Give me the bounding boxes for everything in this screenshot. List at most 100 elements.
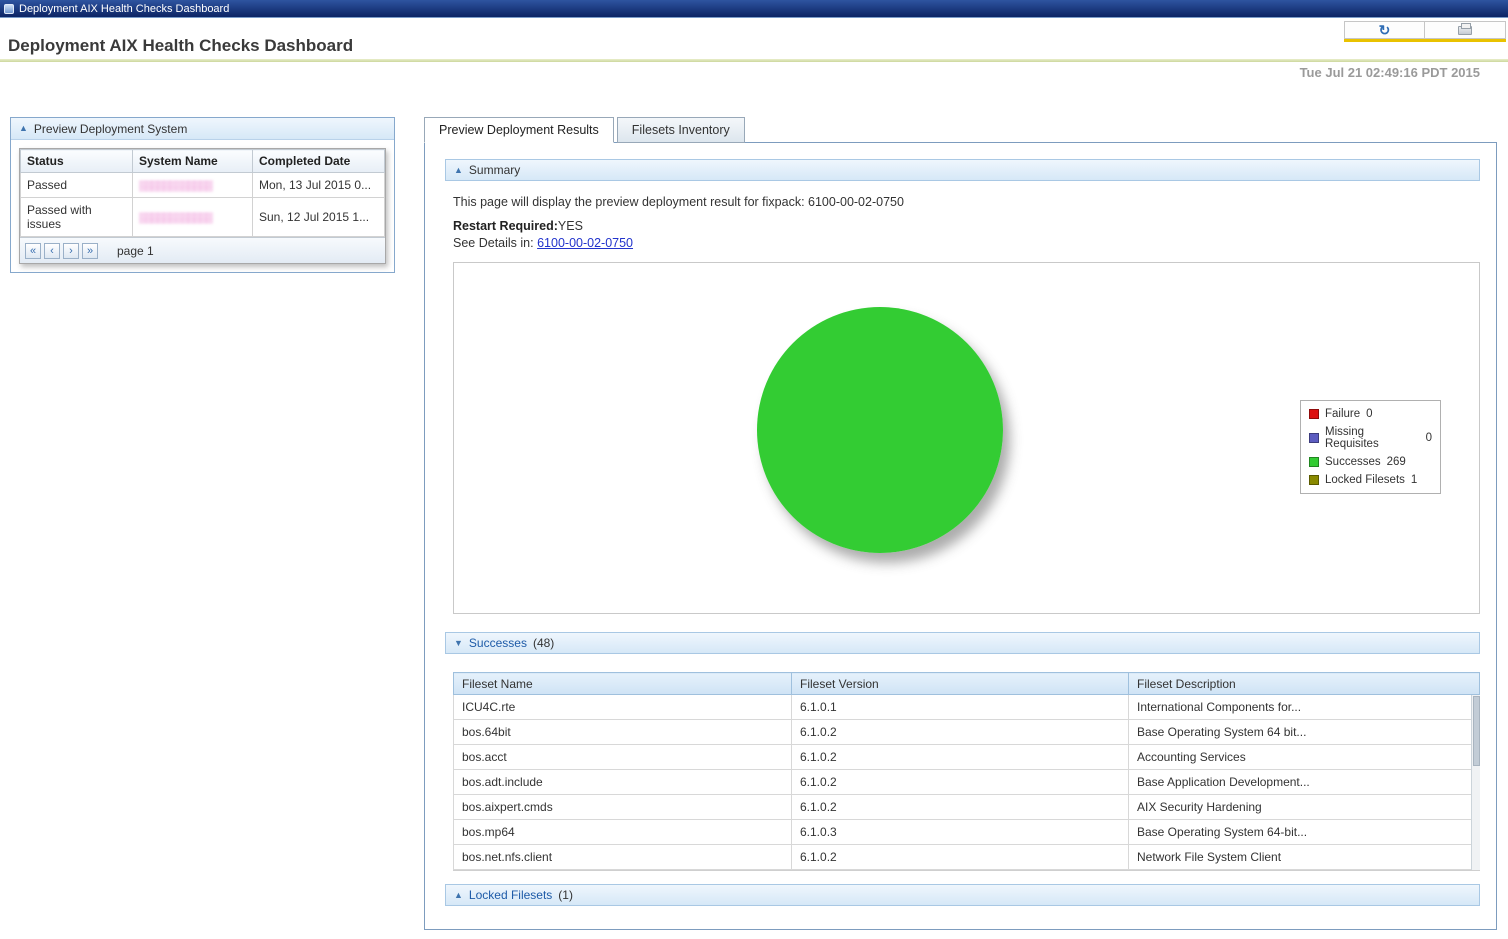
deployment-system-panel: ▲ Preview Deployment System Status Syste…	[10, 117, 395, 273]
fileset-name-cell: bos.acct	[454, 745, 792, 770]
fileset-description-cell: Accounting Services	[1129, 745, 1480, 770]
system-name-link[interactable]: ▒▒▒▒▒▒▒▒▒▒▒▒	[139, 213, 212, 224]
refresh-button[interactable]: ↻	[1344, 21, 1425, 39]
fileset-row[interactable]: bos.acct 6.1.0.2 Accounting Services	[454, 745, 1480, 770]
see-details-label: See Details in:	[453, 236, 534, 250]
column-header-fileset-version[interactable]: Fileset Version	[792, 673, 1129, 695]
status-cell: Passed with issues	[21, 198, 133, 237]
page-title: Deployment AIX Health Checks Dashboard	[8, 36, 353, 56]
window-title: Deployment AIX Health Checks Dashboard	[19, 0, 229, 18]
tab-preview-deployment-results[interactable]: Preview Deployment Results	[424, 117, 614, 143]
fileset-row[interactable]: ICU4C.rte 6.1.0.1 International Componen…	[454, 695, 1480, 720]
fixpack-details-link[interactable]: 6100-00-02-0750	[537, 236, 633, 250]
deployment-system-grid: Status System Name Completed Date Passed…	[19, 148, 386, 264]
last-page-button[interactable]: »	[82, 243, 98, 259]
legend-label: Locked Filesets	[1325, 474, 1405, 486]
successes-section-header[interactable]: ▼ Successes (48)	[445, 632, 1480, 654]
fileset-version-cell: 6.1.0.3	[792, 820, 1129, 845]
previous-page-button[interactable]: ‹	[44, 243, 60, 259]
successes-section-title: Successes	[469, 636, 527, 650]
fileset-description-cell: Network File System Client	[1129, 845, 1480, 870]
pagination-bar: « ‹ › » page 1	[20, 237, 385, 263]
column-header-completed-date[interactable]: Completed Date	[253, 150, 385, 173]
deployment-system-panel-header[interactable]: ▲ Preview Deployment System	[11, 118, 394, 140]
legend-label: Missing Requisites	[1325, 426, 1420, 450]
deployment-system-panel-title: Preview Deployment System	[34, 122, 187, 136]
column-header-fileset-description[interactable]: Fileset Description	[1129, 673, 1480, 695]
fileset-description-cell: Base Operating System 64-bit...	[1129, 820, 1480, 845]
scrollbar-thumb[interactable]	[1473, 696, 1480, 766]
restart-required-label: Restart Required:	[453, 219, 558, 233]
fileset-row[interactable]: bos.64bit 6.1.0.2 Base Operating System …	[454, 720, 1480, 745]
refresh-icon: ↻	[1379, 23, 1391, 37]
next-page-button[interactable]: ›	[63, 243, 79, 259]
title-divider	[0, 59, 1508, 62]
successes-table-wrap: Fileset Name Fileset Version Fileset Des…	[453, 672, 1480, 871]
legend-item-successes: Successes 269	[1309, 456, 1432, 468]
legend-value: 1	[1411, 474, 1417, 486]
column-header-status[interactable]: Status	[21, 150, 133, 173]
fileset-description-cell: Base Application Development...	[1129, 770, 1480, 795]
tab-bar: Preview Deployment Results Filesets Inve…	[424, 117, 1497, 143]
fileset-row[interactable]: bos.aixpert.cmds 6.1.0.2 AIX Security Ha…	[454, 795, 1480, 820]
fileset-version-cell: 6.1.0.2	[792, 720, 1129, 745]
locked-filesets-count: (1)	[558, 888, 573, 902]
summary-content: This page will display the preview deplo…	[453, 195, 1480, 250]
fileset-version-cell: 6.1.0.2	[792, 845, 1129, 870]
locked-filesets-section-header[interactable]: ▲ Locked Filesets (1)	[445, 884, 1480, 906]
system-table-row[interactable]: Passed ▒▒▒▒▒▒▒▒▒▒▒▒ Mon, 13 Jul 2015 0..…	[21, 173, 385, 198]
successes-scrollbar[interactable]	[1471, 695, 1480, 870]
column-header-fileset-name[interactable]: Fileset Name	[454, 673, 792, 695]
fileset-name-cell: bos.64bit	[454, 720, 792, 745]
fileset-name-cell: bos.mp64	[454, 820, 792, 845]
legend-label: Failure	[1325, 408, 1360, 420]
results-panel: ▲ Summary This page will display the pre…	[424, 142, 1497, 930]
chart-legend: Failure 0 Missing Requisites 0 Successes…	[1300, 400, 1441, 494]
fileset-name-cell: ICU4C.rte	[454, 695, 792, 720]
collapse-up-icon: ▲	[454, 166, 463, 175]
legend-value: 269	[1387, 456, 1406, 468]
legend-item-locked-filesets: Locked Filesets 1	[1309, 474, 1432, 486]
app-icon	[4, 4, 14, 14]
collapse-up-icon: ▲	[19, 124, 28, 133]
restart-required-value: YES	[558, 219, 583, 233]
system-table-row[interactable]: Passed with issues ▒▒▒▒▒▒▒▒▒▒▒▒ Sun, 12 …	[21, 198, 385, 237]
fileset-name-cell: bos.adt.include	[454, 770, 792, 795]
failure-swatch-icon	[1309, 409, 1319, 419]
legend-item-missing-requisites: Missing Requisites 0	[1309, 426, 1432, 450]
locked-filesets-swatch-icon	[1309, 475, 1319, 485]
fileset-version-cell: 6.1.0.1	[792, 695, 1129, 720]
fileset-description-cell: International Components for...	[1129, 695, 1480, 720]
results-area: Preview Deployment Results Filesets Inve…	[424, 117, 1497, 930]
fileset-row[interactable]: bos.net.nfs.client 6.1.0.2 Network File …	[454, 845, 1480, 870]
first-page-button[interactable]: «	[25, 243, 41, 259]
summary-section-header[interactable]: ▲ Summary	[445, 159, 1480, 181]
legend-value: 0	[1426, 432, 1432, 444]
column-header-system-name[interactable]: System Name	[133, 150, 253, 173]
completed-date-cell: Sun, 12 Jul 2015 1...	[253, 198, 385, 237]
fileset-row[interactable]: bos.mp64 6.1.0.3 Base Operating System 6…	[454, 820, 1480, 845]
missing-requisites-swatch-icon	[1309, 433, 1319, 443]
fileset-version-cell: 6.1.0.2	[792, 795, 1129, 820]
collapse-up-icon: ▲	[454, 891, 463, 900]
successes-table: Fileset Name Fileset Version Fileset Des…	[453, 672, 1480, 870]
pie-chart-successes-slice	[757, 307, 1003, 553]
legend-item-failure: Failure 0	[1309, 408, 1432, 420]
summary-description: This page will display the preview deplo…	[453, 195, 1480, 209]
tab-filesets-inventory[interactable]: Filesets Inventory	[617, 117, 745, 143]
completed-date-cell: Mon, 13 Jul 2015 0...	[253, 173, 385, 198]
legend-label: Successes	[1325, 456, 1381, 468]
fileset-description-cell: Base Operating System 64 bit...	[1129, 720, 1480, 745]
window-titlebar: Deployment AIX Health Checks Dashboard	[0, 0, 1508, 18]
successes-swatch-icon	[1309, 457, 1319, 467]
fileset-version-cell: 6.1.0.2	[792, 770, 1129, 795]
successes-count: (48)	[533, 636, 554, 650]
collapse-down-icon: ▼	[454, 639, 463, 648]
pie-chart-area: Failure 0 Missing Requisites 0 Successes…	[453, 262, 1480, 614]
timestamp: Tue Jul 21 02:49:16 PDT 2015	[1300, 65, 1480, 80]
system-name-link[interactable]: ▒▒▒▒▒▒▒▒▒▒▒▒	[139, 181, 212, 192]
fileset-row[interactable]: bos.adt.include 6.1.0.2 Base Application…	[454, 770, 1480, 795]
fileset-name-cell: bos.net.nfs.client	[454, 845, 792, 870]
print-button[interactable]	[1425, 21, 1506, 39]
fileset-name-cell: bos.aixpert.cmds	[454, 795, 792, 820]
